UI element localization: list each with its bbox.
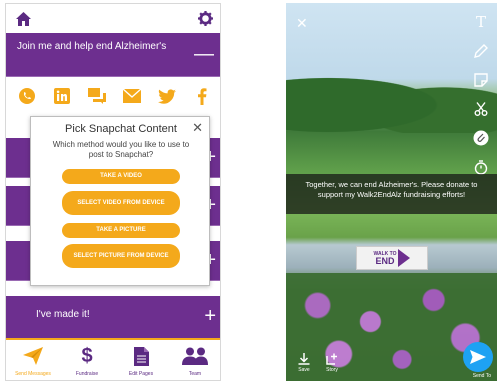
modal-title: Pick Snapchat Content bbox=[65, 123, 177, 135]
nav-edit-pages[interactable]: Edit Pages bbox=[116, 345, 166, 377]
paperclip-icon[interactable] bbox=[472, 129, 490, 147]
bottom-navigation: Send Messages $ Fundraise Edit Pages Tea… bbox=[6, 338, 220, 380]
nav-team[interactable]: Team bbox=[170, 345, 220, 377]
text-tool-icon[interactable]: T bbox=[472, 13, 490, 31]
sticker-line-2: END bbox=[375, 256, 395, 266]
join-message-row[interactable]: Join me and help end Alzheimer's — bbox=[6, 33, 220, 77]
team-icon bbox=[181, 345, 209, 367]
save-label: Save bbox=[298, 367, 310, 373]
email-icon[interactable] bbox=[122, 86, 142, 106]
nav-label: Team bbox=[188, 371, 202, 377]
scissors-icon[interactable] bbox=[472, 100, 490, 118]
twitter-icon[interactable] bbox=[157, 86, 177, 106]
made-it-text: I've made it! bbox=[36, 309, 90, 320]
nav-label: Edit Pages bbox=[128, 371, 154, 377]
dollar-icon: $ bbox=[81, 345, 93, 367]
sticker-arrow-icon bbox=[398, 249, 411, 267]
close-icon[interactable]: ✕ bbox=[192, 120, 203, 136]
document-icon bbox=[133, 345, 149, 367]
linkedin-icon[interactable] bbox=[52, 86, 72, 106]
take-picture-button[interactable]: TAKE A PICTURE bbox=[62, 223, 180, 238]
nav-label: Send Messages bbox=[15, 371, 51, 377]
save-button[interactable]: Save bbox=[298, 353, 310, 373]
send-to-button[interactable] bbox=[463, 342, 493, 372]
snap-toolbar: T bbox=[471, 13, 491, 176]
right-phone-screen: ✕ T Together, we can end Alzheimer's. Pl… bbox=[286, 3, 497, 381]
background-trees bbox=[286, 63, 497, 133]
take-video-button[interactable]: TAKE A VIDEO bbox=[62, 169, 180, 184]
select-picture-button[interactable]: SELECT PICTURE FROM DEVICE bbox=[62, 244, 180, 268]
paper-plane-icon bbox=[23, 345, 43, 367]
pick-content-modal: Pick Snapchat Content ✕ Which method wou… bbox=[30, 116, 210, 286]
whatsapp-icon[interactable] bbox=[17, 86, 37, 106]
nav-fundraise[interactable]: $ Fundraise bbox=[62, 345, 112, 377]
caption-bar[interactable]: Together, we can end Alzheimer's. Please… bbox=[286, 174, 497, 214]
nav-label: Fundraise bbox=[75, 371, 99, 377]
collapse-icon[interactable]: — bbox=[194, 44, 214, 64]
top-bar bbox=[6, 4, 220, 33]
gear-icon[interactable] bbox=[197, 11, 213, 27]
facebook-icon[interactable] bbox=[192, 86, 212, 106]
walk-to-end-sticker[interactable]: WALK TO END bbox=[356, 246, 428, 270]
download-icon bbox=[298, 353, 310, 365]
story-label: Story bbox=[326, 367, 338, 373]
nav-send-messages[interactable]: Send Messages bbox=[8, 345, 58, 377]
sticker-icon[interactable] bbox=[472, 71, 490, 89]
pencil-icon[interactable] bbox=[472, 42, 490, 60]
send-to-label: Send To bbox=[472, 373, 491, 379]
chat-icon[interactable] bbox=[87, 86, 107, 106]
add-story-icon bbox=[326, 353, 337, 365]
send-arrow-icon bbox=[470, 350, 486, 364]
home-icon[interactable] bbox=[15, 11, 31, 27]
expand-icon[interactable]: + bbox=[204, 306, 216, 326]
select-video-button[interactable]: SELECT VIDEO FROM DEVICE bbox=[62, 191, 180, 215]
join-message-text: Join me and help end Alzheimer's bbox=[17, 41, 167, 52]
close-icon[interactable]: ✕ bbox=[296, 15, 308, 32]
left-phone-screen: Join me and help end Alzheimer's — + + +… bbox=[5, 3, 221, 381]
share-icons-row bbox=[6, 77, 220, 115]
made-it-row[interactable]: I've made it! + bbox=[6, 296, 220, 338]
modal-description: Which method would you like to use to po… bbox=[52, 140, 190, 159]
story-button[interactable]: Story bbox=[326, 353, 338, 373]
